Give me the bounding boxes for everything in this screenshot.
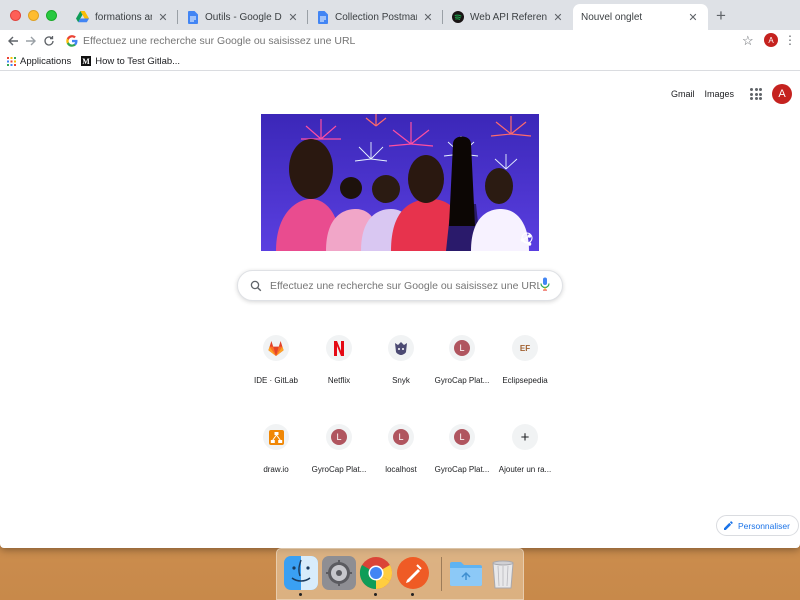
shortcut-icon-circle: +	[512, 424, 538, 450]
netflix-icon	[334, 340, 344, 356]
tab-title: Collection Postman - Google	[335, 11, 417, 23]
header-links: Gmail Images A	[671, 84, 792, 104]
customize-label: Personnaliser	[738, 520, 790, 531]
letter-icon: L	[331, 429, 347, 445]
google-apps-icon[interactable]	[750, 88, 762, 100]
bookmark-label: Applications	[20, 55, 72, 67]
shortcut-icon-circle	[326, 335, 352, 361]
bookmark-label: How to Test Gitlab...	[95, 55, 181, 67]
bookmark-applications[interactable]: Applications	[7, 56, 71, 67]
customize-button[interactable]: Personnaliser	[716, 515, 799, 536]
profile-avatar[interactable]: A	[764, 33, 778, 47]
omnibox[interactable]	[58, 31, 760, 51]
arrow-left-icon	[8, 36, 18, 46]
shortcut-add[interactable]: + Ajouter un ra...	[485, 424, 565, 474]
pencil-icon	[724, 521, 733, 530]
dock-separator	[441, 557, 442, 591]
google-drive-icon	[76, 11, 89, 24]
new-tab-button[interactable]: +	[712, 6, 730, 25]
shortcut-icon-circle: L	[449, 335, 475, 361]
google-docs-icon	[186, 10, 199, 24]
tab-formations-arrivants[interactable]: formations arrivants - Google ✕	[68, 4, 178, 30]
drawio-icon	[268, 429, 284, 445]
tab-collection-postman[interactable]: Collection Postman - Google ✕	[308, 4, 443, 30]
bookmark-star-icon[interactable]: ☆	[742, 33, 754, 49]
tab-close-icon[interactable]: ✕	[421, 10, 435, 24]
tab-nouvel-onglet[interactable]: Nouvel onglet ✕	[573, 4, 708, 30]
tab-close-icon[interactable]: ✕	[686, 10, 700, 24]
shortcut-eclipsepedia[interactable]: EF Eclipsepedia	[485, 335, 565, 385]
tab-close-icon[interactable]: ✕	[286, 10, 300, 24]
shortcut-icon-circle: EF	[512, 335, 538, 361]
minimize-window-button[interactable]	[28, 10, 39, 21]
more-menu-icon[interactable]: ⋮	[784, 33, 796, 47]
running-indicator	[299, 593, 302, 596]
back-button[interactable]	[4, 32, 22, 50]
shortcut-icon-circle	[263, 424, 289, 450]
macos-dock	[276, 548, 524, 600]
close-window-button[interactable]	[10, 10, 21, 21]
google-g-icon	[66, 35, 78, 47]
search-box[interactable]	[237, 270, 563, 301]
forward-button[interactable]	[22, 32, 40, 50]
images-link[interactable]: Images	[704, 89, 734, 99]
toolbar: ☆ A ⋮	[0, 30, 800, 52]
google-doodle[interactable]	[261, 114, 539, 251]
shortcut-label: Ajouter un ra...	[498, 465, 552, 474]
eclipse-icon: EF	[519, 343, 531, 353]
tab-close-icon[interactable]: ✕	[156, 10, 170, 24]
maximize-window-button[interactable]	[46, 10, 57, 21]
browser-window: formations arrivants - Google ✕ Outils -…	[0, 0, 800, 548]
search-icon	[250, 280, 262, 291]
postman-icon[interactable]	[395, 555, 431, 591]
letter-icon: L	[454, 340, 470, 356]
account-avatar[interactable]: A	[772, 84, 792, 104]
shortcut-icon-circle: L	[326, 424, 352, 450]
tab-spotify-api[interactable]: Web API Reference | Spotify f ✕	[443, 4, 573, 30]
letter-icon: L	[393, 429, 409, 445]
tab-title: Web API Reference | Spotify f	[470, 11, 547, 23]
microphone-icon[interactable]	[540, 277, 550, 294]
letter-icon: L	[454, 429, 470, 445]
tab-title: Outils - Google Docs	[205, 11, 282, 23]
svg-text:M: M	[82, 57, 90, 66]
gitlab-icon	[268, 340, 284, 356]
reload-button[interactable]	[40, 32, 58, 50]
chrome-icon[interactable]	[358, 555, 394, 591]
bookmark-how-to-test-gitlab[interactable]: M How to Test Gitlab...	[81, 56, 180, 67]
shortcut-label: Eclipsepedia	[502, 376, 548, 385]
arrow-right-icon	[26, 36, 36, 46]
plus-icon: +	[520, 428, 530, 446]
google-docs-icon	[316, 10, 329, 24]
spotify-icon	[451, 11, 464, 24]
tab-close-icon[interactable]: ✕	[551, 10, 565, 24]
snyk-icon	[395, 342, 407, 355]
window-controls	[10, 10, 57, 21]
shortcut-icon-circle: L	[388, 424, 414, 450]
reload-icon	[44, 36, 54, 46]
tab-strip: formations arrivants - Google ✕ Outils -…	[0, 0, 800, 30]
running-indicator	[411, 593, 414, 596]
system-preferences-icon[interactable]	[321, 555, 357, 591]
medium-icon: M	[81, 56, 92, 66]
share-icon[interactable]	[519, 233, 533, 247]
omnibox-input[interactable]	[83, 35, 760, 47]
apps-grid-icon	[7, 56, 16, 66]
search-input[interactable]	[270, 279, 540, 292]
bookmarks-bar: Applications M How to Test Gitlab...	[0, 52, 800, 71]
tab-title: formations arrivants - Google	[95, 11, 152, 23]
folder-icon[interactable]	[448, 555, 484, 591]
shortcut-icon-circle	[263, 335, 289, 361]
finder-icon[interactable]	[283, 555, 319, 591]
tab-outils[interactable]: Outils - Google Docs ✕	[178, 4, 308, 30]
trash-icon[interactable]	[485, 555, 521, 591]
running-indicator	[374, 593, 377, 596]
shortcut-icon-circle	[388, 335, 414, 361]
shortcut-icon-circle: L	[449, 424, 475, 450]
gmail-link[interactable]: Gmail	[671, 89, 695, 99]
tab-title: Nouvel onglet	[581, 11, 643, 23]
